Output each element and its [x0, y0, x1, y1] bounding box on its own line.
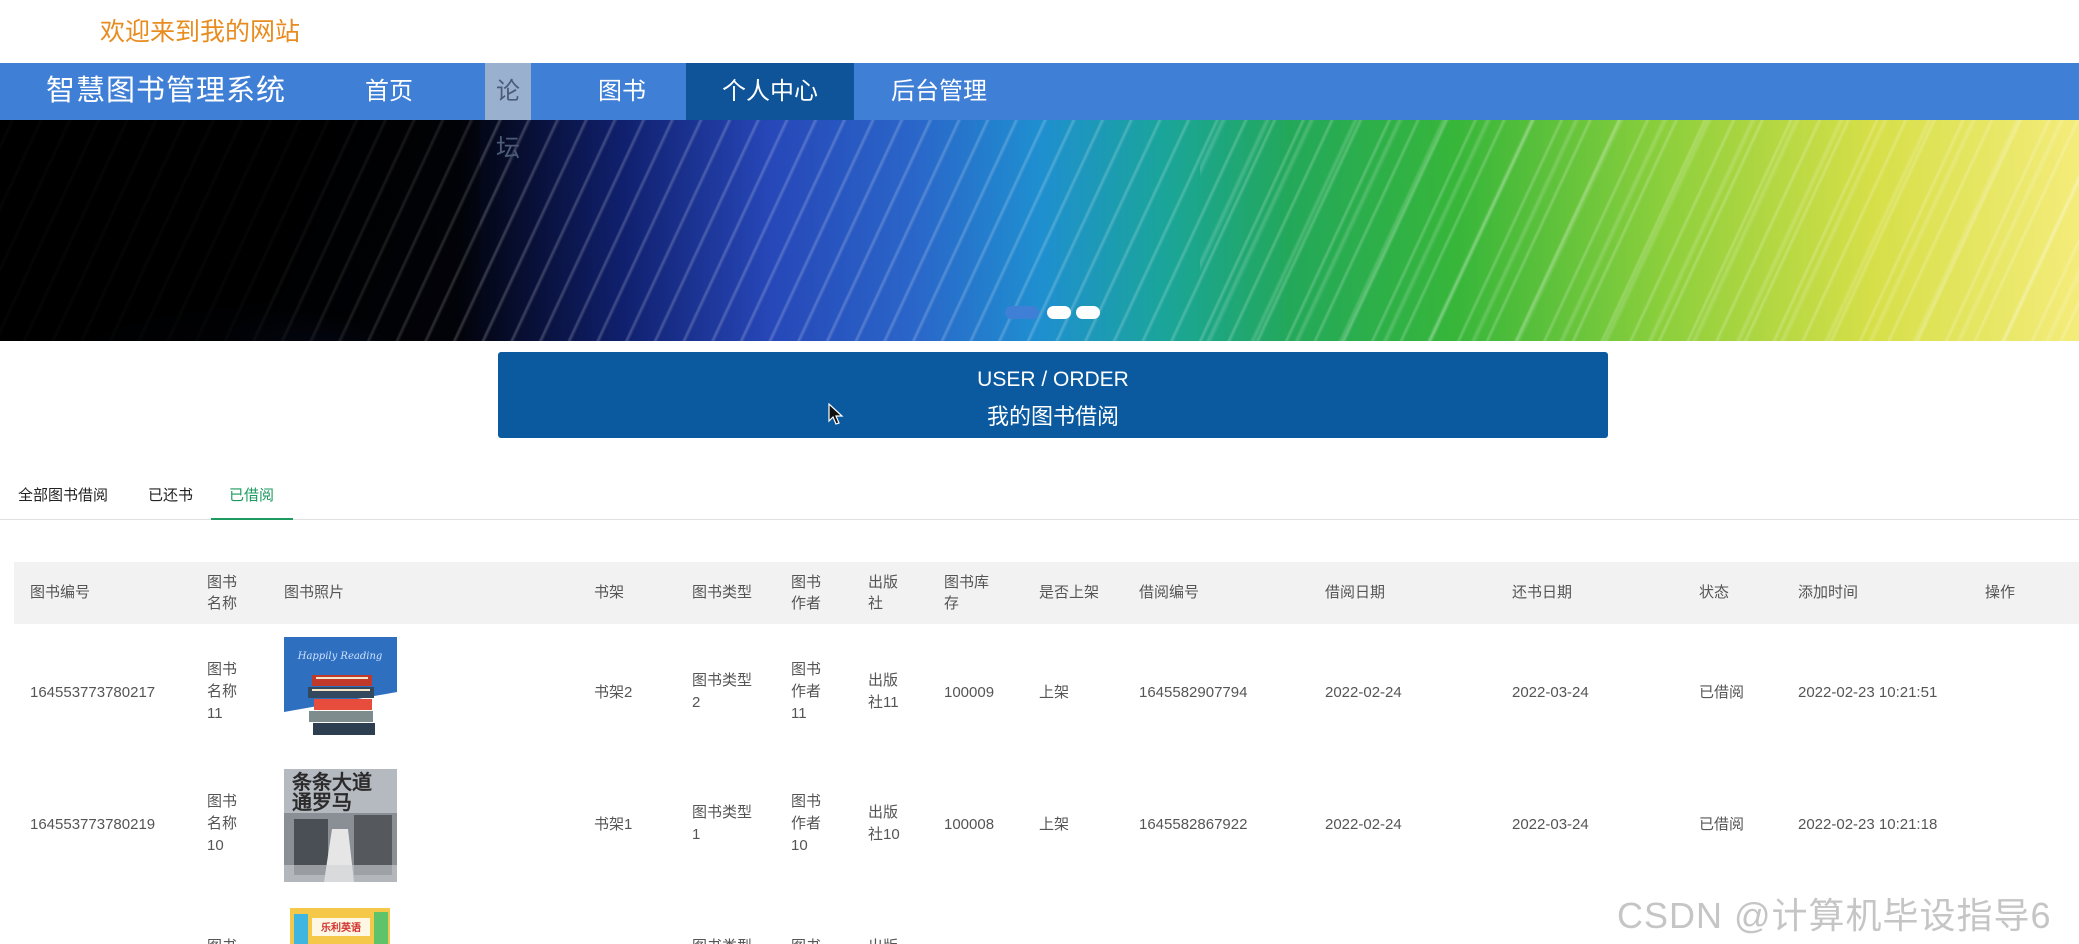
cell-author-1: 图书	[791, 793, 822, 810]
cell-added: 2022-02-23 10:21:18	[1798, 816, 1938, 833]
th-return-date: 还书日期	[1512, 584, 1573, 601]
nav-personal-center-label: 个人中心	[722, 78, 818, 105]
cell-publisher-1: 出版	[868, 936, 898, 944]
carousel-dot-3[interactable]	[1076, 306, 1100, 319]
cell-name-2: 名称	[207, 815, 238, 832]
cell-name-1: 图书	[207, 936, 237, 944]
cell-type-2: 2	[692, 694, 701, 711]
cell-type-1: 图书类型	[692, 672, 753, 689]
tab-all-borrows[interactable]: 全部图书借阅	[18, 478, 108, 520]
site-brand[interactable]: 智慧图书管理系统	[46, 63, 286, 120]
welcome-text: 欢迎来到我的网站	[100, 18, 301, 46]
cell-publisher-1: 出版	[868, 672, 899, 689]
top-navbar: 智慧图书管理系统 首页 论坛 图书 个人中心 后台管理	[0, 63, 2079, 162]
cell-borrow-date: 2022-02-24	[1325, 684, 1402, 701]
th-stock-1: 图书库	[944, 574, 990, 591]
th-stock-2: 存	[944, 595, 960, 612]
cell-name-1: 图书	[207, 793, 238, 810]
cell-borrow-date: 2022-02-24	[1325, 816, 1402, 833]
cell-name-3: 11	[207, 705, 223, 722]
cell-author-1: 图书	[791, 661, 822, 678]
th-publisher-1: 出版	[868, 574, 899, 591]
th-name-2: 名称	[207, 595, 238, 612]
svg-text:乐利英语: 乐利英语	[321, 921, 361, 934]
th-added: 添加时间	[1798, 584, 1859, 601]
cell-author-1: 图书	[791, 936, 821, 944]
nav-home[interactable]: 首页	[333, 63, 445, 120]
cell-type-2: 1	[692, 826, 701, 843]
banner-dark-area	[0, 120, 480, 341]
th-name-1: 图书	[207, 574, 238, 591]
cell-stock: 100009	[944, 684, 995, 701]
table-row[interactable]: 164553773780219 图书 名称 10 条条大道 通罗马 书架1 图书…	[14, 767, 2079, 893]
cell-author-3: 10	[791, 837, 808, 854]
nav-home-label: 首页	[365, 78, 413, 105]
th-borrow-date: 借阅日期	[1325, 584, 1386, 601]
tab-borrowed[interactable]: 已借阅	[211, 478, 293, 520]
th-photo: 图书照片	[284, 584, 345, 601]
th-author-1: 图书	[791, 574, 822, 591]
cell-author-2: 作者	[791, 683, 822, 700]
cell-added: 2022-02-23 10:21:51	[1798, 684, 1938, 701]
tab-borrowed-label: 已借阅	[229, 487, 275, 504]
cell-shelf: 书架2	[594, 684, 633, 701]
banner-carousel[interactable]	[0, 120, 2079, 341]
cell-borrow-no: 1645582867922	[1139, 816, 1248, 833]
cell-borrow-no: 1645582907794	[1139, 684, 1248, 701]
cell-publisher-2: 社11	[868, 694, 899, 711]
cell-listed: 上架	[1039, 816, 1070, 833]
cell-author-3: 11	[791, 705, 807, 722]
th-id: 图书编号	[30, 584, 91, 601]
th-shelf: 书架	[594, 584, 625, 601]
svg-text:Happily Reading: Happily Reading	[297, 651, 383, 662]
cell-stock: 100008	[944, 816, 995, 833]
book-photo[interactable]: Happily Reading	[284, 637, 397, 750]
cell-publisher-1: 出版	[868, 804, 899, 821]
cell-id: 164553773780217	[30, 684, 156, 701]
borrow-tabs: 全部图书借阅 已还书 已借阅	[0, 478, 2079, 520]
cell-name-3: 10	[207, 837, 224, 854]
cell-status: 已借阅	[1699, 684, 1745, 701]
th-type: 图书类型	[692, 584, 753, 601]
nav-books-label: 图书	[598, 78, 646, 105]
th-status: 状态	[1699, 584, 1730, 601]
table-header: 图书编号 图书 名称 图书照片 书架 图书类型 图书 作者 出版 社 图书库 存…	[14, 562, 2079, 624]
cell-return-date: 2022-03-24	[1512, 684, 1589, 701]
th-publisher-2: 社	[868, 595, 884, 612]
cell-name-1: 图书	[207, 661, 238, 678]
book-photo[interactable]: 乐利英语	[290, 908, 403, 944]
nav-forum[interactable]: 论坛	[485, 63, 531, 162]
nav-admin-label: 后台管理	[891, 78, 987, 105]
cell-author-2: 作者	[791, 815, 822, 832]
tab-returned[interactable]: 已还书	[148, 478, 193, 520]
cell-type-1: 图书类型	[692, 804, 753, 821]
cell-id: 164553773780219	[30, 816, 156, 833]
cell-shelf: 书架1	[594, 816, 633, 833]
cell-name-2: 名称	[207, 683, 238, 700]
section-title-box: USER / ORDER 我的图书借阅	[498, 352, 1608, 438]
th-author-2: 作者	[791, 595, 822, 612]
nav-personal-center[interactable]: 个人中心	[686, 63, 854, 120]
th-listed: 是否上架	[1039, 584, 1100, 601]
svg-text:通罗马: 通罗马	[292, 790, 352, 814]
cell-type-1: 图书类型	[692, 936, 752, 944]
nav-books[interactable]: 图书	[566, 63, 678, 120]
section-title-en: USER / ORDER	[977, 368, 1129, 391]
th-ops: 操作	[1985, 584, 2016, 601]
book-photo[interactable]: 条条大道 通罗马	[284, 769, 397, 882]
section-title-cn: 我的图书借阅	[986, 404, 1119, 429]
nav-admin[interactable]: 后台管理	[880, 63, 998, 120]
cell-return-date: 2022-03-24	[1512, 816, 1589, 833]
cell-status: 已借阅	[1699, 816, 1745, 833]
carousel-dot-2[interactable]	[1047, 306, 1071, 319]
carousel-dot-1[interactable]	[1005, 306, 1039, 319]
table-row[interactable]: 164553773780217 图书 名称 11 Happily Reading…	[14, 634, 2079, 760]
th-borrow-no: 借阅编号	[1139, 584, 1200, 601]
banner-shine	[1200, 120, 2079, 341]
cell-listed: 上架	[1039, 684, 1070, 701]
watermark: CSDN @计算机毕设指导6	[1617, 895, 2052, 936]
cell-publisher-2: 社10	[868, 826, 900, 843]
